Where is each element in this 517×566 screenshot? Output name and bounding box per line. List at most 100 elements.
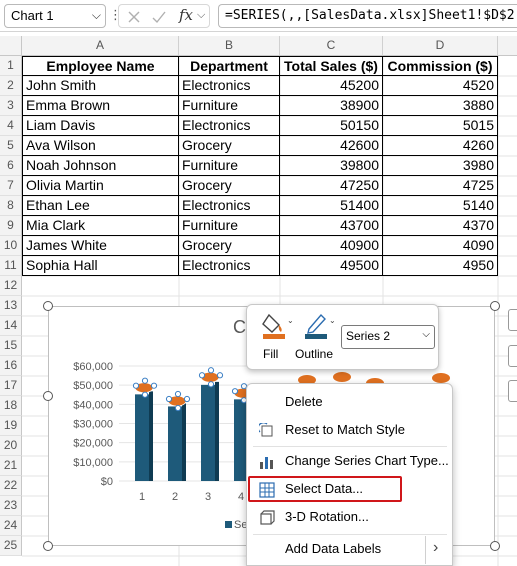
row-header-24[interactable]: 24: [0, 516, 22, 536]
chart-legend[interactable]: Se: [225, 519, 247, 531]
table-cell[interactable]: Noah Johnson: [22, 156, 179, 176]
header-total-sales[interactable]: Total Sales ($): [280, 56, 383, 76]
row-header-7[interactable]: 7: [0, 176, 22, 196]
outline-button[interactable]: ⌄ Outline: [295, 309, 339, 367]
table-cell[interactable]: 4950: [383, 256, 498, 276]
header-department[interactable]: Department: [179, 56, 280, 76]
menu-item-3d-rotation[interactable]: 3-D Rotation...: [247, 504, 452, 532]
menu-item-change-chart-type[interactable]: Change Series Chart Type...: [247, 448, 452, 476]
chevron-down-icon[interactable]: ⌵: [92, 8, 101, 23]
table-cell[interactable]: James White: [22, 236, 179, 256]
column-header-d[interactable]: D: [383, 36, 498, 56]
table-cell[interactable]: 5140: [383, 196, 498, 216]
select-all-corner[interactable]: [0, 36, 22, 56]
row-header-4[interactable]: 4: [0, 116, 22, 136]
row-header-17[interactable]: 17: [0, 376, 22, 396]
row-header-14[interactable]: 14: [0, 316, 22, 336]
table-cell[interactable]: 45200: [280, 76, 383, 96]
table-cell[interactable]: Grocery: [179, 236, 280, 256]
table-cell[interactable]: 47250: [280, 176, 383, 196]
row-header-23[interactable]: 23: [0, 496, 22, 516]
table-cell[interactable]: Electronics: [179, 196, 280, 216]
cancel-icon[interactable]: [127, 10, 141, 24]
table-cell[interactable]: Furniture: [179, 156, 280, 176]
table-cell[interactable]: 38900: [280, 96, 383, 116]
table-cell[interactable]: Electronics: [179, 116, 280, 136]
column-header-e[interactable]: [498, 36, 517, 56]
row-header-10[interactable]: 10: [0, 236, 22, 256]
enter-icon[interactable]: [151, 10, 167, 24]
chevron-down-icon[interactable]: ⌵: [197, 9, 205, 22]
table-cell[interactable]: Electronics: [179, 256, 280, 276]
table-cell[interactable]: 5015: [383, 116, 498, 136]
resize-handle-top-right[interactable]: [490, 301, 500, 311]
table-cell[interactable]: 4260: [383, 136, 498, 156]
table-cell[interactable]: 4090: [383, 236, 498, 256]
header-commission[interactable]: Commission ($): [383, 56, 498, 76]
column-header-c[interactable]: C: [280, 36, 383, 56]
table-cell[interactable]: Mia Clark: [22, 216, 179, 236]
table-cell[interactable]: Furniture: [179, 96, 280, 116]
row-header-9[interactable]: 9: [0, 216, 22, 236]
row-header-21[interactable]: 21: [0, 456, 22, 476]
fill-button[interactable]: ⌄ Fill: [255, 309, 299, 367]
table-cell[interactable]: 3980: [383, 156, 498, 176]
row-header-16[interactable]: 16: [0, 356, 22, 376]
table-cell[interactable]: John Smith: [22, 76, 179, 96]
row-header-22[interactable]: 22: [0, 476, 22, 496]
row-header-6[interactable]: 6: [0, 156, 22, 176]
chart-elements-button[interactable]: [508, 309, 517, 331]
table-cell[interactable]: 40900: [280, 236, 383, 256]
table-cell[interactable]: 39800: [280, 156, 383, 176]
table-cell[interactable]: Sophia Hall: [22, 256, 179, 276]
header-employee-name[interactable]: Employee Name: [22, 56, 179, 76]
table-cell[interactable]: Emma Brown: [22, 96, 179, 116]
resize-handle-bottom-left[interactable]: [43, 541, 53, 551]
menu-item-delete[interactable]: Delete: [247, 389, 452, 417]
menu-item-add-data-labels[interactable]: Add Data Labels ›: [247, 536, 452, 564]
resize-handle-bottom-right[interactable]: [490, 541, 500, 551]
table-cell[interactable]: Grocery: [179, 136, 280, 156]
row-header-19[interactable]: 19: [0, 416, 22, 436]
table-cell[interactable]: 51400: [280, 196, 383, 216]
table-cell[interactable]: 4725: [383, 176, 498, 196]
resize-handle-top-left[interactable]: [43, 301, 53, 311]
resize-handle-left[interactable]: [43, 391, 53, 401]
table-cell[interactable]: 50150: [280, 116, 383, 136]
row-header-15[interactable]: 15: [0, 336, 22, 356]
column-header-b[interactable]: B: [179, 36, 280, 56]
series-dropdown[interactable]: Series 2 ⌵: [341, 325, 435, 349]
row-header-5[interactable]: 5: [0, 136, 22, 156]
table-cell[interactable]: 42600: [280, 136, 383, 156]
menu-item-reset-style[interactable]: Reset to Match Style: [247, 417, 452, 445]
table-cell[interactable]: Grocery: [179, 176, 280, 196]
row-header-1[interactable]: 1: [0, 56, 22, 76]
table-cell[interactable]: 49500: [280, 256, 383, 276]
row-header-11[interactable]: 11: [0, 256, 22, 276]
table-cell[interactable]: 4520: [383, 76, 498, 96]
chart-filters-button[interactable]: [508, 380, 517, 402]
formula-input[interactable]: =SERIES(,,[SalesData.xlsx]Sheet1!$D$2:$D…: [218, 4, 517, 28]
table-cell[interactable]: Ethan Lee: [22, 196, 179, 216]
table-cell[interactable]: Furniture: [179, 216, 280, 236]
row-header-18[interactable]: 18: [0, 396, 22, 416]
table-cell[interactable]: Olivia Martin: [22, 176, 179, 196]
table-cell[interactable]: 43700: [280, 216, 383, 236]
column-header-a[interactable]: A: [22, 36, 179, 56]
row-header-20[interactable]: 20: [0, 436, 22, 456]
row-header-8[interactable]: 8: [0, 196, 22, 216]
row-header-12[interactable]: 12: [0, 276, 22, 296]
chevron-down-icon[interactable]: ⌵: [422, 329, 430, 340]
row-header-3[interactable]: 3: [0, 96, 22, 116]
row-header-25[interactable]: 25: [0, 536, 22, 556]
table-cell[interactable]: 3880: [383, 96, 498, 116]
table-cell[interactable]: Ava Wilson: [22, 136, 179, 156]
chart-styles-button[interactable]: [508, 345, 517, 367]
insert-function-button[interactable]: fx: [179, 6, 193, 24]
row-header-13[interactable]: 13: [0, 296, 22, 316]
name-box[interactable]: Chart 1 ⌵: [4, 4, 106, 28]
table-cell[interactable]: Liam Davis: [22, 116, 179, 136]
row-header-2[interactable]: 2: [0, 76, 22, 96]
table-cell[interactable]: Electronics: [179, 76, 280, 96]
table-cell[interactable]: 4370: [383, 216, 498, 236]
